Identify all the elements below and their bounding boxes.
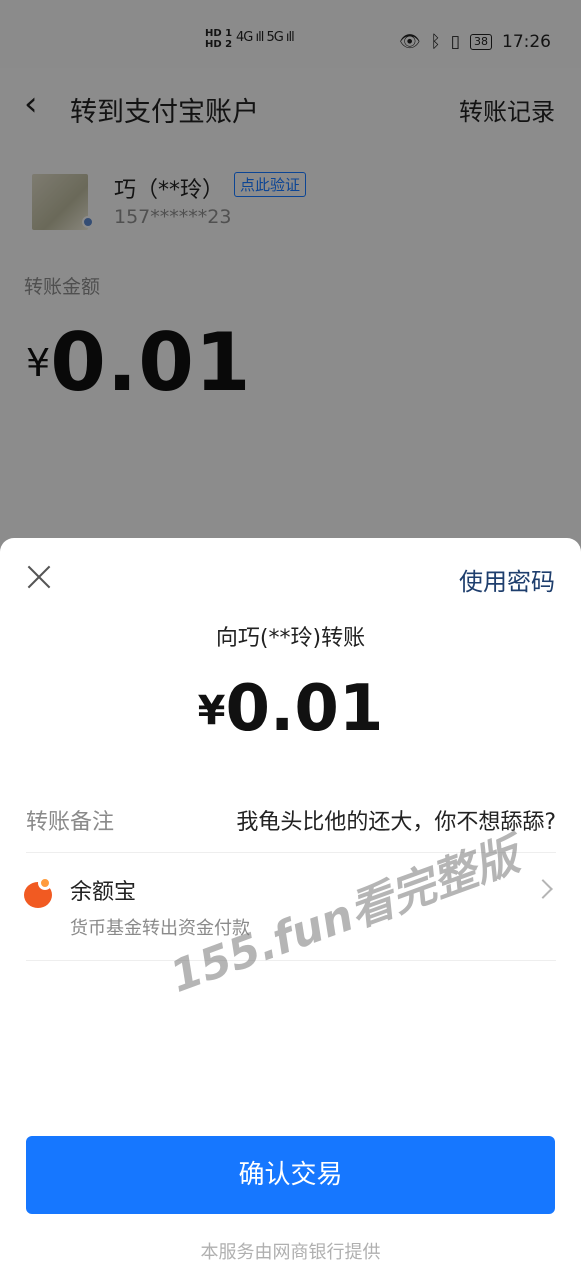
sheet-amount: ¥0.01 [0,672,581,746]
close-icon[interactable] [24,562,54,592]
payment-method-name: 余额宝 [70,880,137,905]
chevron-right-icon [533,879,553,899]
confirm-transaction-button[interactable]: 确认交易 [26,1136,555,1214]
sheet-amount-value: 0.01 [225,672,384,746]
yuebao-icon [24,876,56,908]
sheet-title: 向巧(**玲)转账 [215,626,366,651]
service-provider-note: 本服务由网商银行提供 [200,1242,381,1263]
use-password-link[interactable]: 使用密码 [459,562,555,597]
sheet-currency-symbol: ¥ [197,688,226,734]
note-label: 转账备注 [26,810,115,835]
